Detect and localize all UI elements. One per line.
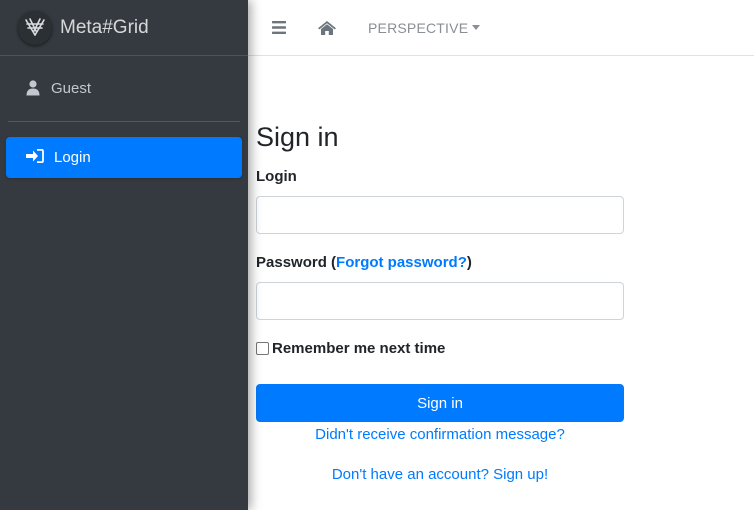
brand-name: Meta#Grid	[60, 16, 149, 38]
user-panel[interactable]: Guest	[8, 56, 240, 122]
user-icon	[26, 79, 42, 98]
sign-in-icon	[26, 148, 44, 167]
perspective-dropdown[interactable]: PERSPECTIVE	[368, 19, 481, 36]
bars-icon[interactable]	[248, 0, 310, 56]
password-input[interactable]	[256, 282, 624, 320]
page-title: Sign in	[256, 122, 339, 152]
confirmation-link[interactable]: Didn't receive confirmation message?	[256, 426, 624, 443]
password-label-text: Password (	[256, 254, 337, 271]
home-icon[interactable]	[310, 0, 344, 56]
signup-link[interactable]: Don't have an account? Sign up!	[256, 466, 624, 483]
login-label: Login	[256, 168, 297, 185]
sidebar: Meta#Grid Guest Login	[0, 0, 248, 510]
password-label-suffix: )	[466, 254, 472, 271]
top-navbar: PERSPECTIVE	[248, 0, 754, 56]
sidebar-item-login[interactable]: Login	[6, 137, 242, 178]
remember-me-checkbox[interactable]	[256, 342, 269, 355]
remember-me-row: Remember me next time	[256, 340, 445, 357]
caret-down-icon	[472, 25, 481, 30]
perspective-label: PERSPECTIVE	[368, 19, 469, 36]
remember-me-label[interactable]: Remember me next time	[272, 340, 445, 357]
brand-link[interactable]: Meta#Grid	[0, 0, 248, 56]
login-input[interactable]	[256, 196, 624, 234]
sidebar-nav: Login	[0, 122, 248, 178]
user-name: Guest	[51, 80, 92, 97]
metagrid-logo-icon	[18, 10, 52, 45]
sidebar-item-label: Login	[54, 149, 91, 166]
sign-in-button[interactable]: Sign in	[256, 384, 624, 422]
forgot-password-link[interactable]: Forgot password?	[336, 254, 467, 271]
password-label: Password (Forgot password?)	[256, 254, 472, 271]
